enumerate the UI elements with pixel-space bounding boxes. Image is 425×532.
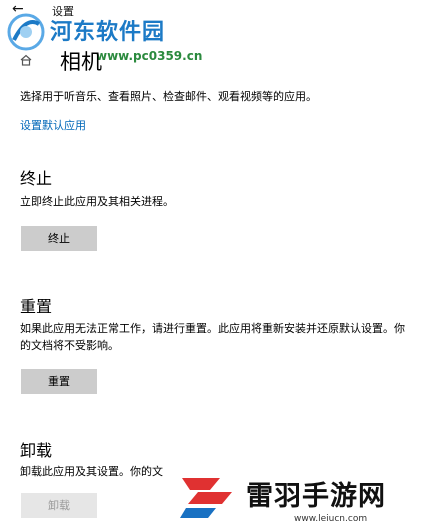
home-icon [20, 54, 32, 66]
watermark-site-name: 雷羽手游网 [246, 481, 386, 512]
uninstall-button[interactable]: 卸载 [21, 493, 97, 518]
watermark-site-url: www.leiucn.com [294, 514, 368, 524]
watermark-site-url: www.pc0359.cn [96, 49, 203, 63]
default-apps-link[interactable]: 设置默认应用 [20, 117, 86, 133]
watermark-logo-icon [180, 478, 232, 518]
page-title: 相机 [60, 50, 102, 74]
watermark-bottom: 雷羽手游网 www.leiucn.com [168, 462, 425, 532]
terminate-description: 立即终止此应用及其相关进程。 [20, 195, 174, 208]
watermark-logo-icon [7, 13, 45, 51]
reset-heading: 重置 [20, 297, 53, 316]
uninstall-heading: 卸载 [20, 441, 53, 460]
app-description: 选择用于听音乐、查看照片、检查邮件、观看视频等的应用。 [20, 90, 317, 103]
watermark-site-name: 河东软件园 [50, 20, 166, 45]
reset-button[interactable]: 重置 [21, 369, 97, 394]
watermark-top: 河东软件园 www.pc0359.cn [6, 8, 216, 68]
terminate-heading: 终止 [20, 169, 53, 188]
terminate-button[interactable]: 终止 [21, 226, 97, 251]
reset-description: 如果此应用无法正常工作，请进行重置。此应用将重新安装并还原默认设置。你的文档将不… [20, 322, 405, 352]
